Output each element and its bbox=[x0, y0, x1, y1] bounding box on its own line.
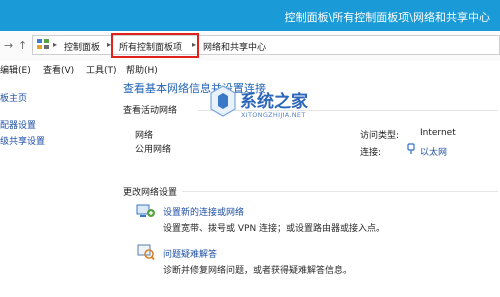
change-settings-label: 更改网络设置 bbox=[123, 188, 178, 198]
watermark-logo bbox=[210, 85, 236, 117]
connection-link-ethernet[interactable]: 以太网 bbox=[420, 145, 447, 158]
divider bbox=[182, 191, 498, 192]
sidebar-item-advanced-sharing[interactable]: 级共享设置 bbox=[0, 134, 45, 147]
network-setup-icon bbox=[136, 204, 155, 217]
network-type: 公用网络 bbox=[135, 145, 172, 155]
menu-tools[interactable]: 工具(T) bbox=[86, 63, 117, 76]
up-arrow-icon[interactable]: ↑ bbox=[18, 39, 27, 52]
network-name: 网络 bbox=[135, 131, 154, 141]
setup-connection-link[interactable]: 设置新的连接或网络 bbox=[163, 205, 244, 218]
ethernet-icon bbox=[407, 143, 415, 154]
breadcrumb-network-center[interactable]: 网络和共享中心 bbox=[203, 40, 266, 53]
breadcrumb-separator-icon: ▸ bbox=[53, 40, 58, 49]
watermark-subtext: XITONGZHIJIA.NET bbox=[241, 111, 306, 119]
menu-edit[interactable]: 编辑(E) bbox=[0, 63, 31, 76]
menu-view[interactable]: 查看(V) bbox=[43, 63, 74, 76]
breadcrumb-control-panel[interactable]: 控制面板 bbox=[64, 40, 100, 53]
sidebar-item-adapter-settings[interactable]: 配器设置 bbox=[0, 118, 36, 131]
back-arrow-icon[interactable]: → bbox=[4, 39, 13, 52]
breadcrumb-separator-icon: ▸ bbox=[192, 40, 197, 49]
troubleshoot-description: 诊断并修复网络问题，或者获得疑难解答信息。 bbox=[163, 266, 353, 276]
control-panel-icon bbox=[37, 39, 49, 49]
active-networks-label: 查看活动网络 bbox=[123, 106, 178, 116]
window-title: 控制面板\所有控制面板项\网络和共享中心 bbox=[284, 11, 490, 24]
menu-help[interactable]: 帮助(H) bbox=[126, 63, 158, 76]
breadcrumb-highlight bbox=[111, 33, 199, 58]
access-type-label: 访问类型: bbox=[360, 131, 400, 141]
sidebar-item-home[interactable]: 板主页 bbox=[0, 91, 27, 104]
troubleshoot-icon bbox=[137, 244, 155, 261]
connection-label: 连接: bbox=[360, 148, 382, 158]
setup-connection-description: 设置宽带、拨号或 VPN 连接；或设置路由器或接入点。 bbox=[163, 224, 386, 234]
sidebar bbox=[0, 77, 100, 297]
access-type-value: Internet bbox=[420, 128, 456, 138]
troubleshoot-link[interactable]: 问题疑难解答 bbox=[163, 247, 217, 260]
watermark-text: 系统之家 bbox=[240, 92, 308, 112]
menu-bar bbox=[0, 61, 500, 77]
